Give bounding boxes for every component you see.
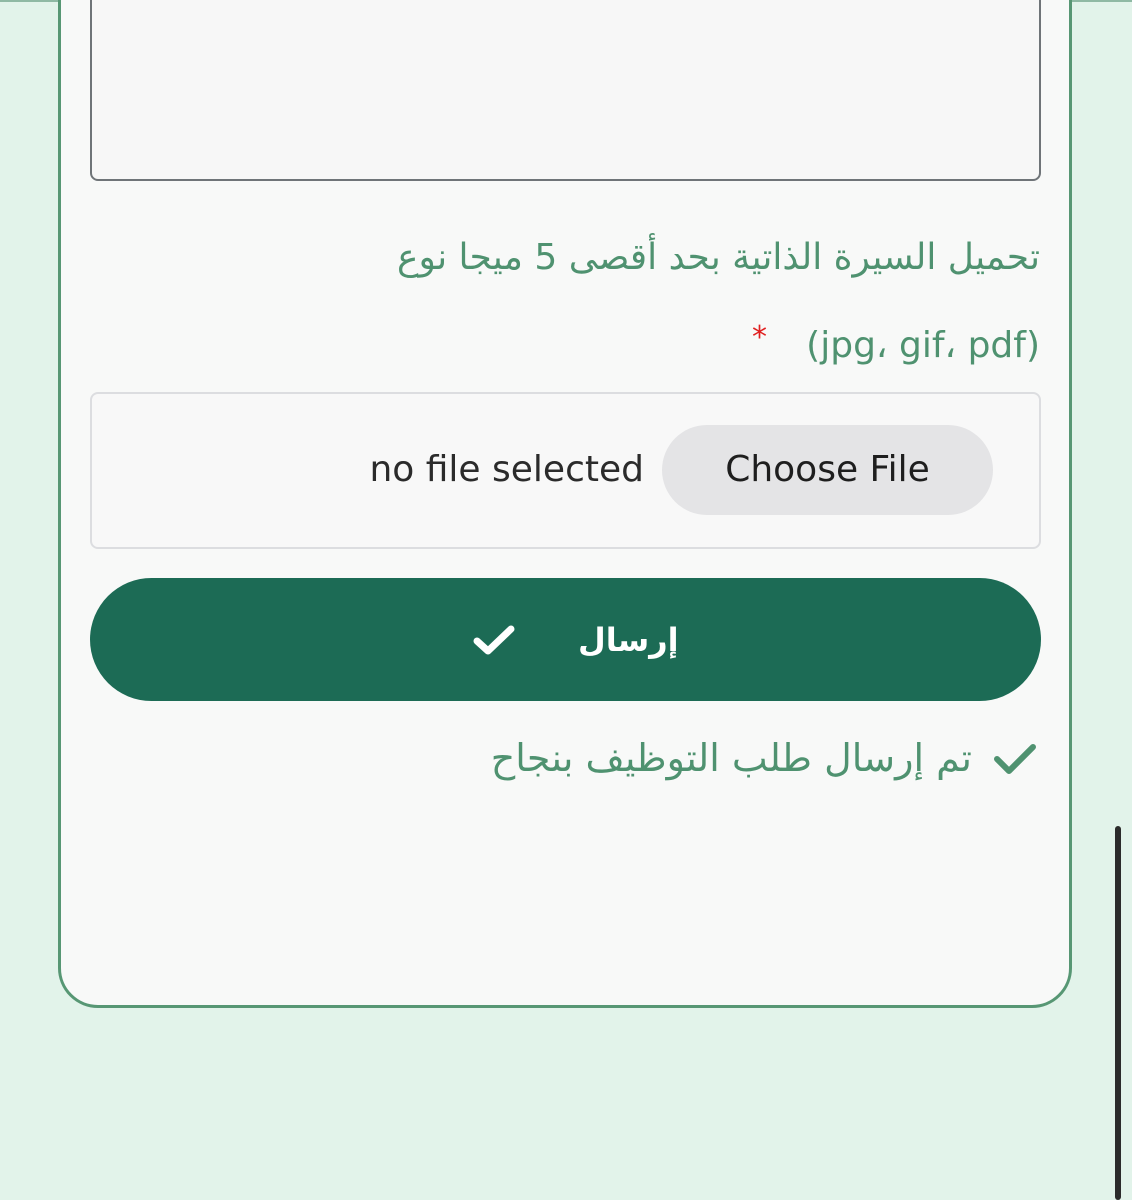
resume-upload-label: تحميل السيرة الذاتية بحد أقصى 5 ميجا نوع <box>397 237 1040 278</box>
check-icon <box>473 625 515 655</box>
page: تحميل السيرة الذاتية بحد أقصى 5 ميجا نوع… <box>0 0 1132 1200</box>
submit-button-label: إرسال <box>578 621 679 659</box>
scrollbar[interactable] <box>1115 826 1121 1200</box>
success-check-icon <box>994 744 1036 774</box>
file-status-text: no file selected <box>369 449 644 490</box>
allowed-file-types-label: (jpg، gif، pdf) <box>806 325 1040 366</box>
message-textarea[interactable] <box>90 0 1041 181</box>
choose-file-button[interactable]: Choose File <box>662 425 993 515</box>
required-marker: * <box>752 320 767 355</box>
submit-button[interactable] <box>90 578 1041 701</box>
success-message: تم إرسال طلب التوظيف بنجاح <box>490 736 972 780</box>
